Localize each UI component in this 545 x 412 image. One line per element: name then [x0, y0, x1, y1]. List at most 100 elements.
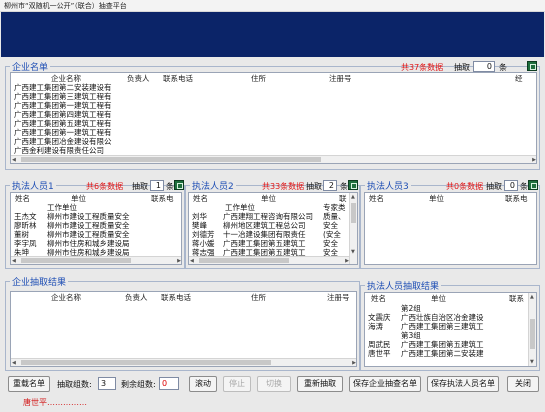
scroll-thumb[interactable]	[21, 360, 271, 365]
scroll-left-icon[interactable]: ◀	[12, 157, 16, 163]
inspectors-2-subheader: 工作单位 专家类	[189, 202, 357, 212]
table-row[interactable]: 刘华 广西建翔工程咨询有限公司 质量、	[189, 211, 357, 221]
scroll-right-icon[interactable]: ▶	[177, 258, 181, 264]
window-titlebar: 柳州市“双随机一公开”（联合）抽查平台	[0, 0, 545, 12]
table-row[interactable]: 广西建工集团第二安装建设有	[11, 82, 536, 92]
group-row[interactable]: 第2组	[365, 303, 536, 313]
scroll-thumb[interactable]	[21, 157, 321, 162]
inspectors-2-draw-input[interactable]: 2	[323, 180, 337, 191]
inspectors-2-header: 姓名 单位 联	[189, 193, 357, 203]
save-inspector-list-button[interactable]: 保存执法人员名单	[427, 376, 499, 392]
table-row[interactable]: 广西金利建设有限责任公司	[11, 145, 536, 155]
scroll-right-icon[interactable]: ▶	[352, 360, 356, 366]
table-row[interactable]: 樊峰 柳州地区建筑工程总公司 安全	[189, 220, 357, 230]
col-name: 姓名	[369, 194, 384, 203]
inspectors-2-vscrollbar[interactable]: ▲ ▼	[349, 193, 357, 264]
scroll-left-icon[interactable]: ◀	[190, 258, 194, 264]
table-row[interactable]: 广西建工集团第四建筑工程有	[11, 109, 536, 119]
col-phone: 联系电话	[161, 293, 191, 302]
inspectors-3-header: 姓名 单位 联系电	[365, 193, 536, 203]
col-address: 住所	[251, 293, 266, 302]
scroll-up-icon[interactable]: ▲	[351, 194, 355, 200]
table-row[interactable]: 廖昕林 柳州市建设工程质量安全	[11, 220, 181, 230]
scroll-up-icon[interactable]: ▲	[530, 294, 534, 300]
scroll-down-icon[interactable]: ▼	[351, 249, 355, 255]
table-row[interactable]: 刘德芳 十一冶建设集团有限责任 (安全	[189, 229, 357, 239]
header-banner	[1, 12, 544, 57]
company-list-table[interactable]: 企业名称 负责人 联系电话 住所 注册号 经 广西建工集团第二安装建设有 广西建…	[10, 72, 537, 164]
table-row[interactable]: 广西建工集团冶金建设有限公	[11, 136, 536, 146]
inspector-result-table[interactable]: 姓名 单位 联系 第2组 文震庆 广西壮族自治区冶金建设 海涛 广西建工集团第三建筑…	[364, 292, 537, 367]
company-result-table[interactable]: 企业名称 负责人 联系电话 住所 注册号 ◀ ▶	[10, 291, 357, 367]
scroll-thumb[interactable]	[351, 203, 356, 223]
table-row[interactable]: 广西建工集团第五建筑工程有	[11, 118, 536, 128]
inspectors-3-export-excel-icon[interactable]	[528, 180, 538, 190]
inspectors-1-table[interactable]: 姓名 单位 联系电 工作单位 王杰文 柳州市建设工程质量安全 廖昕林 柳州市建设工程…	[10, 192, 182, 265]
scroll-left-icon[interactable]: ◀	[12, 360, 16, 366]
window-title: 柳州市“双随机一公开”（联合）抽查平台	[4, 2, 127, 10]
table-row[interactable]: 唐世平 广西建工集团第二安装建	[365, 348, 536, 358]
table-row[interactable]: 文震庆 广西壮族自治区冶金建设	[365, 312, 536, 322]
company-export-excel-icon[interactable]	[527, 61, 537, 71]
group-row[interactable]: 第3组	[365, 330, 536, 340]
table-row[interactable]: 李宇凤 柳州市住房和城乡建设局	[11, 238, 181, 248]
company-list-hscrollbar[interactable]: ◀ ▶	[11, 155, 536, 163]
groups-input[interactable]: 3	[98, 377, 116, 390]
col-phone: 联系电	[505, 194, 528, 203]
company-result-hscrollbar[interactable]: ◀ ▶	[11, 358, 356, 366]
table-row[interactable]: 蒋小媛 广西建工集团第五建筑工 安全	[189, 238, 357, 248]
company-draw-input[interactable]: 0	[473, 61, 495, 72]
inspector-result-legend: 执法人员抽取结果	[367, 282, 440, 292]
inspectors-1-hscrollbar[interactable]: ◀ ▶	[11, 256, 181, 264]
reload-list-button[interactable]: 重载名单	[8, 376, 50, 392]
remaining-groups-label: 剩余组数:	[121, 380, 156, 389]
scroll-left-icon[interactable]: ◀	[12, 258, 16, 264]
inspectors-2-legend: 执法人员2	[192, 182, 234, 192]
table-row[interactable]: 朱坤 柳州市住房和城乡建设局	[11, 247, 181, 257]
table-row[interactable]: 董树 柳州市建设工程质量安全	[11, 229, 181, 239]
stop-button[interactable]: 停止	[223, 376, 251, 392]
inspectors-2-count: 共33条数据	[262, 182, 305, 191]
inspectors-3-draw-label: 抽取	[486, 182, 502, 191]
inspectors-2-draw-unit: 条	[340, 182, 348, 191]
inspector-result-vscrollbar[interactable]: ▲ ▼	[528, 293, 536, 366]
table-row[interactable]: 王杰文 柳州市建设工程质量安全	[11, 211, 181, 221]
inspectors-2-table[interactable]: 姓名 单位 联 工作单位 专家类 刘华 广西建翔工程咨询有限公司 质量、 樊峰 柳州地…	[188, 192, 358, 265]
inspectors-1-draw-unit: 条	[166, 182, 174, 191]
inspector-result-header: 姓名 单位 联系	[365, 293, 536, 303]
status-footer: 唐世平……………	[23, 398, 87, 407]
table-row[interactable]: 广西建工集团第一建筑工程有	[11, 127, 536, 137]
scroll-thumb[interactable]	[530, 319, 535, 349]
name-cell: 唐世平	[368, 349, 391, 358]
inspectors-3-legend: 执法人员3	[367, 182, 409, 192]
table-row[interactable]: 海涛 广西建工集团第三建筑工	[365, 321, 536, 331]
inspectors-2-draw-label: 抽取	[306, 182, 322, 191]
col-reg-no: 注册号	[327, 293, 350, 302]
inspectors-2-hscrollbar[interactable]: ◀ ▶	[189, 256, 351, 264]
inspectors-2-export-excel-icon[interactable]	[348, 180, 358, 190]
roll-button[interactable]: 滚动	[189, 376, 217, 392]
scroll-thumb[interactable]	[199, 258, 289, 263]
unit-cell: 广西建工集团第二安装建	[401, 349, 484, 358]
scroll-right-icon[interactable]: ▶	[532, 157, 536, 163]
remaining-groups-input[interactable]: 0	[159, 377, 179, 390]
table-row[interactable]: 广西建工集团第三建筑工程有	[11, 91, 536, 101]
company-result-header: 企业名称 负责人 联系电话 住所 注册号	[11, 292, 356, 302]
redraw-button[interactable]: 重新抽取	[297, 376, 343, 392]
inspectors-1-header: 姓名 单位 联系电	[11, 193, 181, 203]
scroll-thumb[interactable]	[21, 258, 131, 263]
inspectors-3-draw-input[interactable]: 0	[504, 180, 518, 191]
scroll-down-icon[interactable]: ▼	[530, 359, 534, 365]
save-company-list-button[interactable]: 保存企业抽查名单	[349, 376, 421, 392]
table-row[interactable]: 广西建工集团第一建筑工程有	[11, 100, 536, 110]
inspectors-1-count: 共6条数据	[86, 182, 124, 191]
inspectors-3-table[interactable]: 姓名 单位 联系电	[364, 192, 537, 265]
inspectors-1-export-excel-icon[interactable]	[174, 180, 184, 190]
inspectors-1-draw-input[interactable]: 1	[150, 180, 164, 191]
table-row[interactable]: 周武民 广西建工集团第五建筑工	[365, 339, 536, 349]
close-button[interactable]: 关闭	[507, 376, 539, 392]
inspectors-1-subheader: 工作单位	[11, 202, 181, 212]
company-result-legend: 企业抽取结果	[12, 278, 67, 288]
switch-button[interactable]: 切换	[257, 376, 291, 392]
table-row[interactable]: 蒋志强 广西建工集团第五建筑工 安全	[189, 247, 357, 257]
